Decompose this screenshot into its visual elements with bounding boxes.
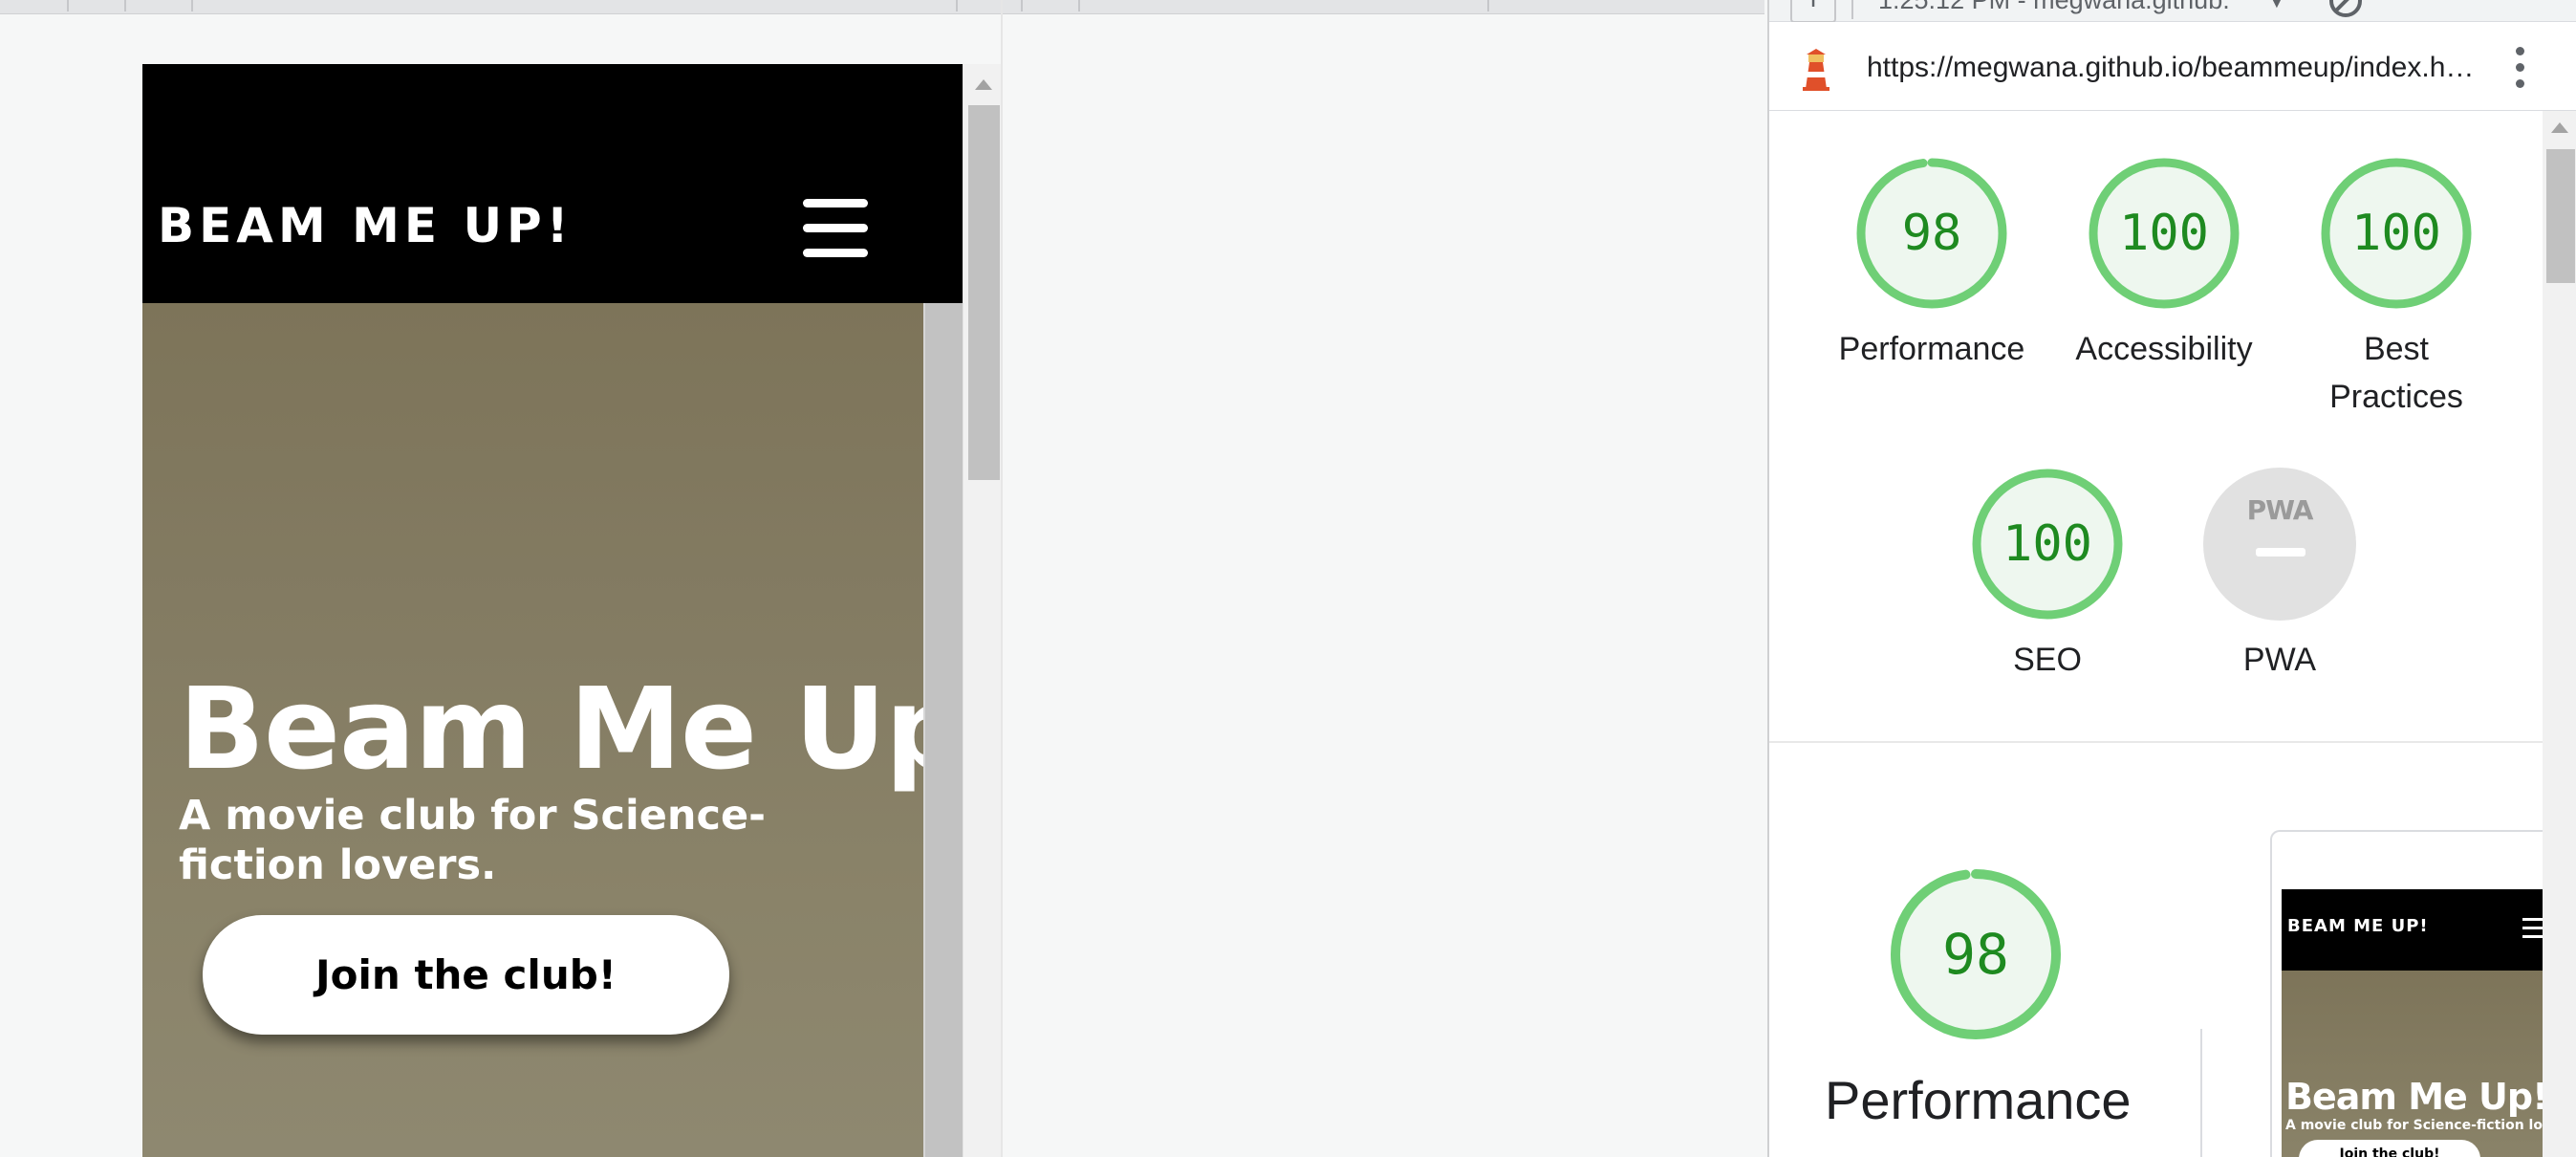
performance-detail-score: 98: [1942, 922, 2009, 987]
performance-detail-gauge: 98: [1890, 868, 2062, 1040]
pwa-badge-icon: PWA: [2246, 494, 2314, 526]
ruler-tick: [191, 0, 193, 11]
inner-scrollbar[interactable]: [923, 303, 963, 1157]
preview-hero-title: Beam Me Up!: [2285, 1076, 2544, 1118]
pwa-dash: [2256, 548, 2305, 557]
panel-scrollbar[interactable]: [2543, 111, 2576, 1157]
preview-join-button: Join the club!: [2299, 1140, 2480, 1157]
preview-hamburger-icon: [2522, 918, 2544, 939]
gauge-label: SEO: [2013, 642, 2082, 678]
gauge-seo[interactable]: 100 SEO: [1942, 468, 2153, 684]
lighthouse-panel: + 1:25:12 PM - megwana.github. ▼ https:/…: [1769, 0, 2576, 1157]
lighthouse-toolbar: + 1:25:12 PM - megwana.github. ▼: [1769, 0, 2576, 23]
hamburger-menu-icon[interactable]: [803, 199, 868, 258]
scrollbar-thumb[interactable]: [2546, 149, 2575, 283]
preview-navbar: BEAM ME UP!: [2282, 889, 2544, 971]
detail-divider: [2200, 1029, 2202, 1157]
gauge-performance[interactable]: 98 Performance: [1827, 157, 2037, 373]
gauge-label: Best Practices: [2329, 331, 2463, 415]
accessibility-score: 100: [2119, 205, 2209, 262]
scroll-up-arrow-icon[interactable]: [975, 79, 992, 90]
report-url: https://megwana.github.io/beammeup/index…: [1867, 52, 2475, 83]
new-report-button[interactable]: +: [1790, 0, 1836, 23]
device-toolbar-strip: [0, 0, 1764, 14]
preview-hero-subtitle: A movie club for Science-fiction love: [2285, 1118, 2544, 1133]
gauge-accessibility[interactable]: 100 Accessibility: [2059, 157, 2269, 373]
site-logo[interactable]: BEAM ME UP!: [158, 202, 574, 259]
gauge-best-practices[interactable]: 100 Best Practices: [2291, 157, 2501, 421]
page-scrollbar[interactable]: [963, 64, 1002, 1157]
block-icon[interactable]: [2329, 0, 2362, 17]
gauge-label: Accessibility: [2075, 331, 2253, 367]
best-practices-score: 100: [2351, 205, 2441, 262]
report-selector[interactable]: 1:25:12 PM - megwana.github.: [1878, 0, 2230, 13]
hero-section: Beam Me Up! A movie club for Science-fic…: [142, 303, 923, 1157]
gauge-pwa[interactable]: PWA PWA: [2175, 468, 2385, 684]
seo-score: 100: [2002, 515, 2092, 573]
hero-subtitle: A movie club for Science-fiction lovers.: [179, 792, 766, 889]
ruler-tick: [67, 0, 69, 11]
caret-down-icon[interactable]: ▼: [2268, 0, 2285, 12]
ruler-tick: [1487, 0, 1489, 11]
ruler-tick: [1021, 0, 1023, 11]
ruler-tick: [124, 0, 126, 11]
performance-score: 98: [1901, 205, 1962, 262]
preview-logo: BEAM ME UP!: [2287, 916, 2429, 936]
report-url-bar: https://megwana.github.io/beammeup/index…: [1769, 22, 2576, 111]
score-ring: PWA: [2203, 468, 2356, 621]
score-ring: 100: [1971, 468, 2124, 621]
score-ring: 100: [2320, 157, 2473, 310]
device-viewport: BEAM ME UP! Beam Me Up! A movie club for…: [142, 64, 963, 1157]
gauge-label: Performance: [1838, 331, 2025, 367]
ruler-tick: [1078, 0, 1080, 11]
gauge-label: PWA: [2242, 642, 2317, 678]
score-ring: 98: [1855, 157, 2008, 310]
join-club-button[interactable]: Join the club!: [203, 915, 729, 1035]
final-screenshot-preview[interactable]: BEAM ME UP! Beam Me Up! A movie club for…: [2270, 830, 2544, 1157]
viewport-edge: [1001, 0, 1003, 1157]
performance-detail-label: Performance: [1825, 1070, 2132, 1130]
lighthouse-icon: [1803, 49, 1829, 91]
more-options-icon[interactable]: [2516, 47, 2525, 89]
hero-title: Beam Me Up!: [179, 663, 923, 795]
section-divider: [1769, 741, 2543, 743]
scrollbar-thumb[interactable]: [968, 105, 1000, 480]
toolbar-separator: [1851, 0, 1853, 19]
ruler-tick: [956, 0, 958, 11]
scroll-up-arrow-icon[interactable]: [2551, 122, 2568, 133]
site-navbar: BEAM ME UP!: [142, 64, 963, 303]
score-ring: 100: [2088, 157, 2240, 310]
